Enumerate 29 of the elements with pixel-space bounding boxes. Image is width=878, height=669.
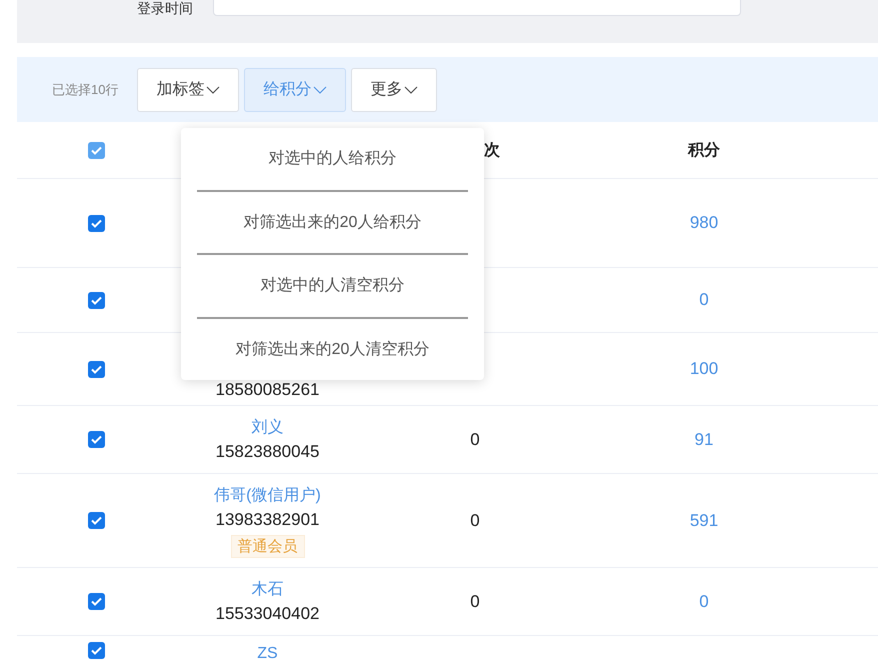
table-cell: 0	[470, 592, 480, 612]
member-tag: 普通会员	[230, 534, 304, 558]
points-link[interactable]: 0	[699, 592, 709, 612]
dropdown-button[interactable]: 加标签	[137, 68, 240, 112]
member-name-link[interactable]: 木石	[252, 578, 284, 602]
phone-number: 13983382901	[215, 508, 320, 530]
points-link[interactable]: 980	[690, 213, 718, 233]
phone-number: 18580085261	[215, 379, 320, 401]
column-header: 次	[484, 140, 500, 160]
phone-number: 15823880045	[215, 440, 320, 462]
menu-item[interactable]: 对筛选出来的20人给积分	[244, 212, 422, 233]
dropdown-button[interactable]: 更多	[351, 68, 438, 112]
member-name-link[interactable]: 刘义	[252, 416, 284, 440]
points-link[interactable]: 591	[690, 510, 718, 530]
points-link[interactable]: 100	[690, 359, 718, 379]
phone-number: 15533040402	[215, 602, 320, 624]
menu-item[interactable]: 对选中的人清空积分	[260, 275, 404, 296]
selection-count: 已选择10行	[52, 80, 118, 98]
field-label: 登录时间	[137, 0, 193, 16]
member-name-link[interactable]: 伟哥(微信用户)	[214, 484, 321, 508]
column-header: 积分	[688, 140, 720, 160]
points-link[interactable]: 0	[699, 290, 709, 310]
menu-item[interactable]: 对选中的人给积分	[268, 148, 396, 170]
points-link[interactable]: 91	[694, 430, 714, 450]
member-name-link[interactable]: ZS	[257, 642, 278, 666]
dropdown-button[interactable]: 给积分	[244, 68, 346, 112]
table-cell: 0	[470, 430, 480, 450]
table-cell: 0	[470, 510, 480, 530]
menu-item[interactable]: 对筛选出来的20人清空积分	[236, 338, 430, 360]
